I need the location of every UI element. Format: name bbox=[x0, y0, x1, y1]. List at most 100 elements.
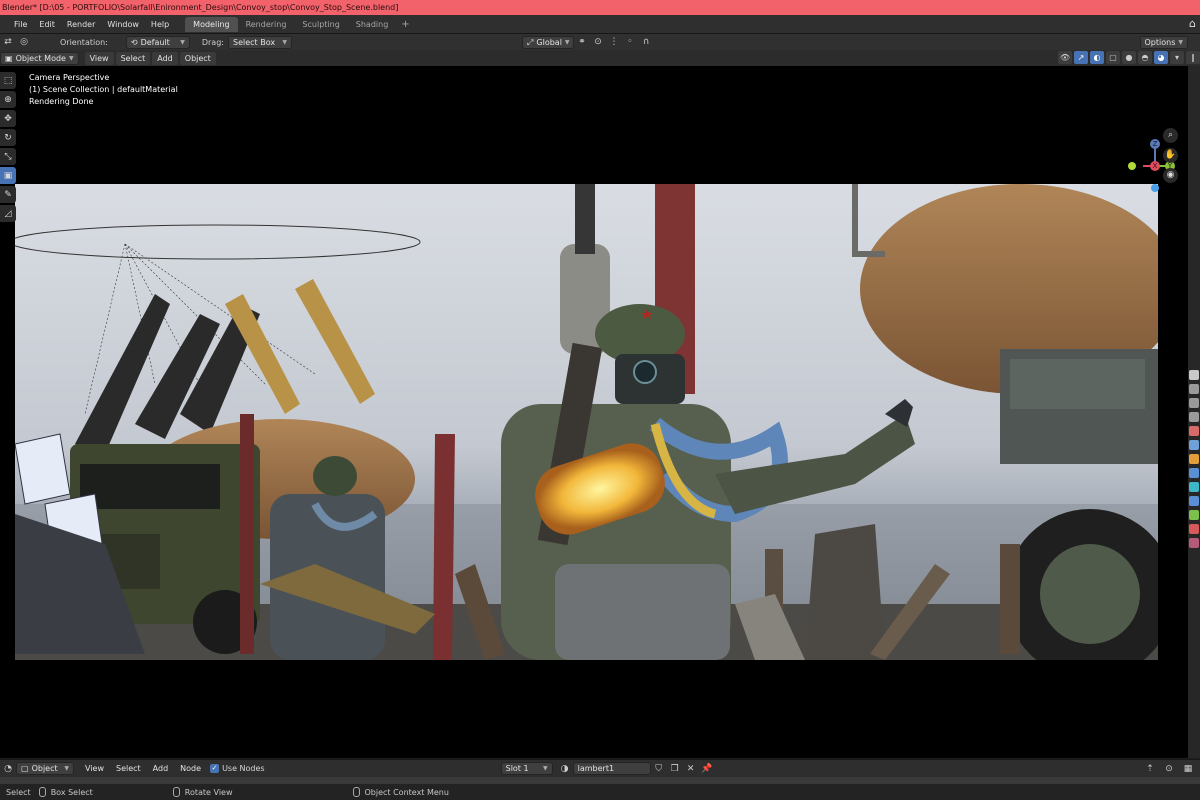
camera-view-icon[interactable]: ◉ bbox=[1163, 168, 1178, 183]
duplicate-material-icon[interactable]: ❐ bbox=[667, 762, 683, 775]
mouse-left-icon bbox=[38, 787, 46, 797]
status-box-select: Box Select bbox=[38, 787, 93, 797]
cursor-tool-icon[interactable]: ⊕ bbox=[0, 91, 16, 108]
viewport-menu-view[interactable]: View bbox=[84, 51, 114, 65]
node-menu-node[interactable]: Node bbox=[175, 762, 206, 775]
checkmark-icon: ✓ bbox=[210, 764, 220, 773]
node-menu-add[interactable]: Add bbox=[148, 762, 174, 775]
shading-rendered-icon[interactable]: ◕ bbox=[1154, 51, 1168, 64]
tab-rendering[interactable]: Rendering bbox=[238, 17, 295, 32]
material-properties-icon[interactable] bbox=[1189, 524, 1199, 534]
proportional-edit-icon[interactable]: ◦ bbox=[622, 36, 638, 49]
chevron-down-icon: ▼ bbox=[64, 765, 69, 772]
global-axis-icon: ⤢ bbox=[526, 37, 534, 47]
pan-hand-icon[interactable]: ✋ bbox=[1163, 148, 1178, 163]
menu-window[interactable]: Window bbox=[101, 15, 145, 34]
viewport-menu-object[interactable]: Object bbox=[179, 51, 216, 65]
annotate-tool-icon[interactable]: ✎ bbox=[0, 186, 16, 203]
drag-label: Drag: bbox=[201, 37, 224, 47]
viewport-header-right: 👁 ↗ ◐ ▢ ● ◓ ◕ ▾ ‖ bbox=[1058, 51, 1200, 64]
pivot-point-icon[interactable]: ⚭ bbox=[574, 36, 590, 49]
options-dropdown[interactable]: Options ▼ bbox=[1139, 35, 1188, 49]
data-properties-icon[interactable] bbox=[1189, 510, 1199, 520]
modifier-properties-icon[interactable] bbox=[1189, 468, 1199, 478]
menu-file[interactable]: File bbox=[8, 15, 33, 34]
render-properties-icon[interactable] bbox=[1189, 384, 1199, 394]
transform-orientation-dropdown[interactable]: ⤢ Global ▼ bbox=[521, 35, 574, 49]
scene-properties-icon[interactable] bbox=[1189, 426, 1199, 436]
output-properties-icon[interactable] bbox=[1189, 398, 1199, 408]
world-properties-icon[interactable] bbox=[1189, 440, 1199, 450]
falloff-icon[interactable]: ∩ bbox=[638, 36, 654, 49]
pause-render-icon[interactable]: ‖ bbox=[1186, 51, 1200, 64]
visibility-icon[interactable]: 👁 bbox=[1058, 51, 1072, 64]
tool-properties-icon[interactable] bbox=[1189, 370, 1199, 380]
snap-nodes-icon[interactable]: ⊙ bbox=[1161, 762, 1177, 775]
use-nodes-checkbox[interactable]: ✓ Use Nodes bbox=[210, 764, 265, 773]
material-slot-dropdown[interactable]: Slot 1 ▼ bbox=[500, 762, 553, 775]
view-layer-properties-icon[interactable] bbox=[1189, 412, 1199, 422]
physics-properties-icon[interactable] bbox=[1189, 496, 1199, 506]
active-tool-icon[interactable]: ◎ bbox=[16, 36, 32, 49]
add-workspace-button[interactable]: + bbox=[396, 19, 414, 30]
material-name-field[interactable]: lambert1 bbox=[572, 762, 651, 775]
render-status-label: Rendering Done bbox=[29, 97, 94, 106]
tool-dropdown-icon[interactable]: ⇄ bbox=[0, 36, 16, 49]
tab-shading[interactable]: Shading bbox=[348, 17, 397, 32]
move-tool-icon[interactable]: ✥ bbox=[0, 110, 16, 127]
gizmo-z-label: Z bbox=[1153, 140, 1158, 148]
pin-icon[interactable]: 📌 bbox=[699, 762, 715, 775]
shader-type-dropdown[interactable]: ▢ Object ▼ bbox=[16, 762, 74, 775]
scale-tool-icon[interactable]: ⤡ bbox=[0, 148, 16, 165]
status-context-menu: Object Context Menu bbox=[352, 787, 449, 797]
viewport-menu-select[interactable]: Select bbox=[115, 51, 151, 65]
status-select: Select bbox=[6, 787, 31, 797]
shading-solid-icon[interactable]: ● bbox=[1122, 51, 1136, 64]
shading-material-icon[interactable]: ◓ bbox=[1138, 51, 1152, 64]
texture-properties-icon[interactable] bbox=[1189, 538, 1199, 548]
gizmo-toggle-icon[interactable]: ↗ bbox=[1074, 51, 1088, 64]
chevron-down-icon: ▼ bbox=[180, 38, 185, 46]
editor-type-icon[interactable]: ◔ bbox=[0, 762, 16, 775]
drag-dropdown[interactable]: Select Box ▼ bbox=[227, 35, 292, 49]
rotate-tool-icon[interactable]: ↻ bbox=[0, 129, 16, 146]
object-icon: ▢ bbox=[21, 764, 29, 773]
left-toolbar: ⬚ ⊕ ✥ ↻ ⤡ ▣ ✎ ◿ bbox=[0, 72, 17, 224]
properties-tab-strip bbox=[1188, 66, 1200, 758]
measure-tool-icon[interactable]: ◿ bbox=[0, 205, 16, 222]
select-box-tool-icon[interactable]: ⬚ bbox=[0, 72, 16, 89]
unlink-material-icon[interactable]: ✕ bbox=[683, 762, 699, 775]
node-menu-select[interactable]: Select bbox=[111, 762, 146, 775]
mouse-right-icon bbox=[352, 787, 360, 797]
camera-perspective-label: Camera Perspective bbox=[29, 73, 110, 82]
fake-user-shield-icon[interactable]: ⛉ bbox=[651, 762, 667, 775]
transform-tool-icon[interactable]: ▣ bbox=[0, 167, 16, 184]
orientation-dropdown[interactable]: ⟲ Default ▼ bbox=[125, 35, 190, 49]
blender-logo-icon[interactable] bbox=[0, 15, 8, 34]
menu-render[interactable]: Render bbox=[61, 15, 101, 34]
xray-toggle-icon[interactable]: ▢ bbox=[1106, 51, 1120, 64]
mode-dropdown[interactable]: ▣ Object Mode ▼ bbox=[0, 51, 79, 65]
viewport-menu-add[interactable]: Add bbox=[152, 51, 178, 65]
menu-edit[interactable]: Edit bbox=[33, 15, 61, 34]
particles-properties-icon[interactable] bbox=[1189, 482, 1199, 492]
3d-viewport[interactable]: Camera Perspective (1) Scene Collection … bbox=[0, 66, 1188, 758]
scene-icon[interactable]: ⌂ bbox=[1189, 17, 1196, 30]
object-properties-icon[interactable] bbox=[1189, 454, 1199, 464]
zoom-icon[interactable]: ⌕ bbox=[1163, 128, 1178, 143]
node-editor-area[interactable] bbox=[0, 777, 1200, 784]
shading-options-icon[interactable]: ▾ bbox=[1170, 51, 1184, 64]
overlay-toggle-icon[interactable]: ◐ bbox=[1090, 51, 1104, 64]
menu-help[interactable]: Help bbox=[145, 15, 175, 34]
tab-modeling[interactable]: Modeling bbox=[185, 16, 238, 32]
material-browse-icon[interactable]: ◑ bbox=[557, 762, 573, 775]
chevron-down-icon: ▼ bbox=[542, 765, 548, 772]
backdrop-icon[interactable]: ▦ bbox=[1180, 762, 1196, 775]
parent-node-tree-icon[interactable]: ⇡ bbox=[1142, 762, 1158, 775]
snap-target-icon[interactable]: ⋮ bbox=[606, 36, 622, 49]
snap-icon[interactable]: ⊙ bbox=[590, 36, 606, 49]
orientation-icon: ⟲ bbox=[130, 37, 138, 47]
tab-sculpting[interactable]: Sculpting bbox=[294, 17, 347, 32]
viewport-overlay-text: Camera Perspective (1) Scene Collection … bbox=[29, 72, 178, 108]
node-menu-view[interactable]: View bbox=[80, 762, 109, 775]
